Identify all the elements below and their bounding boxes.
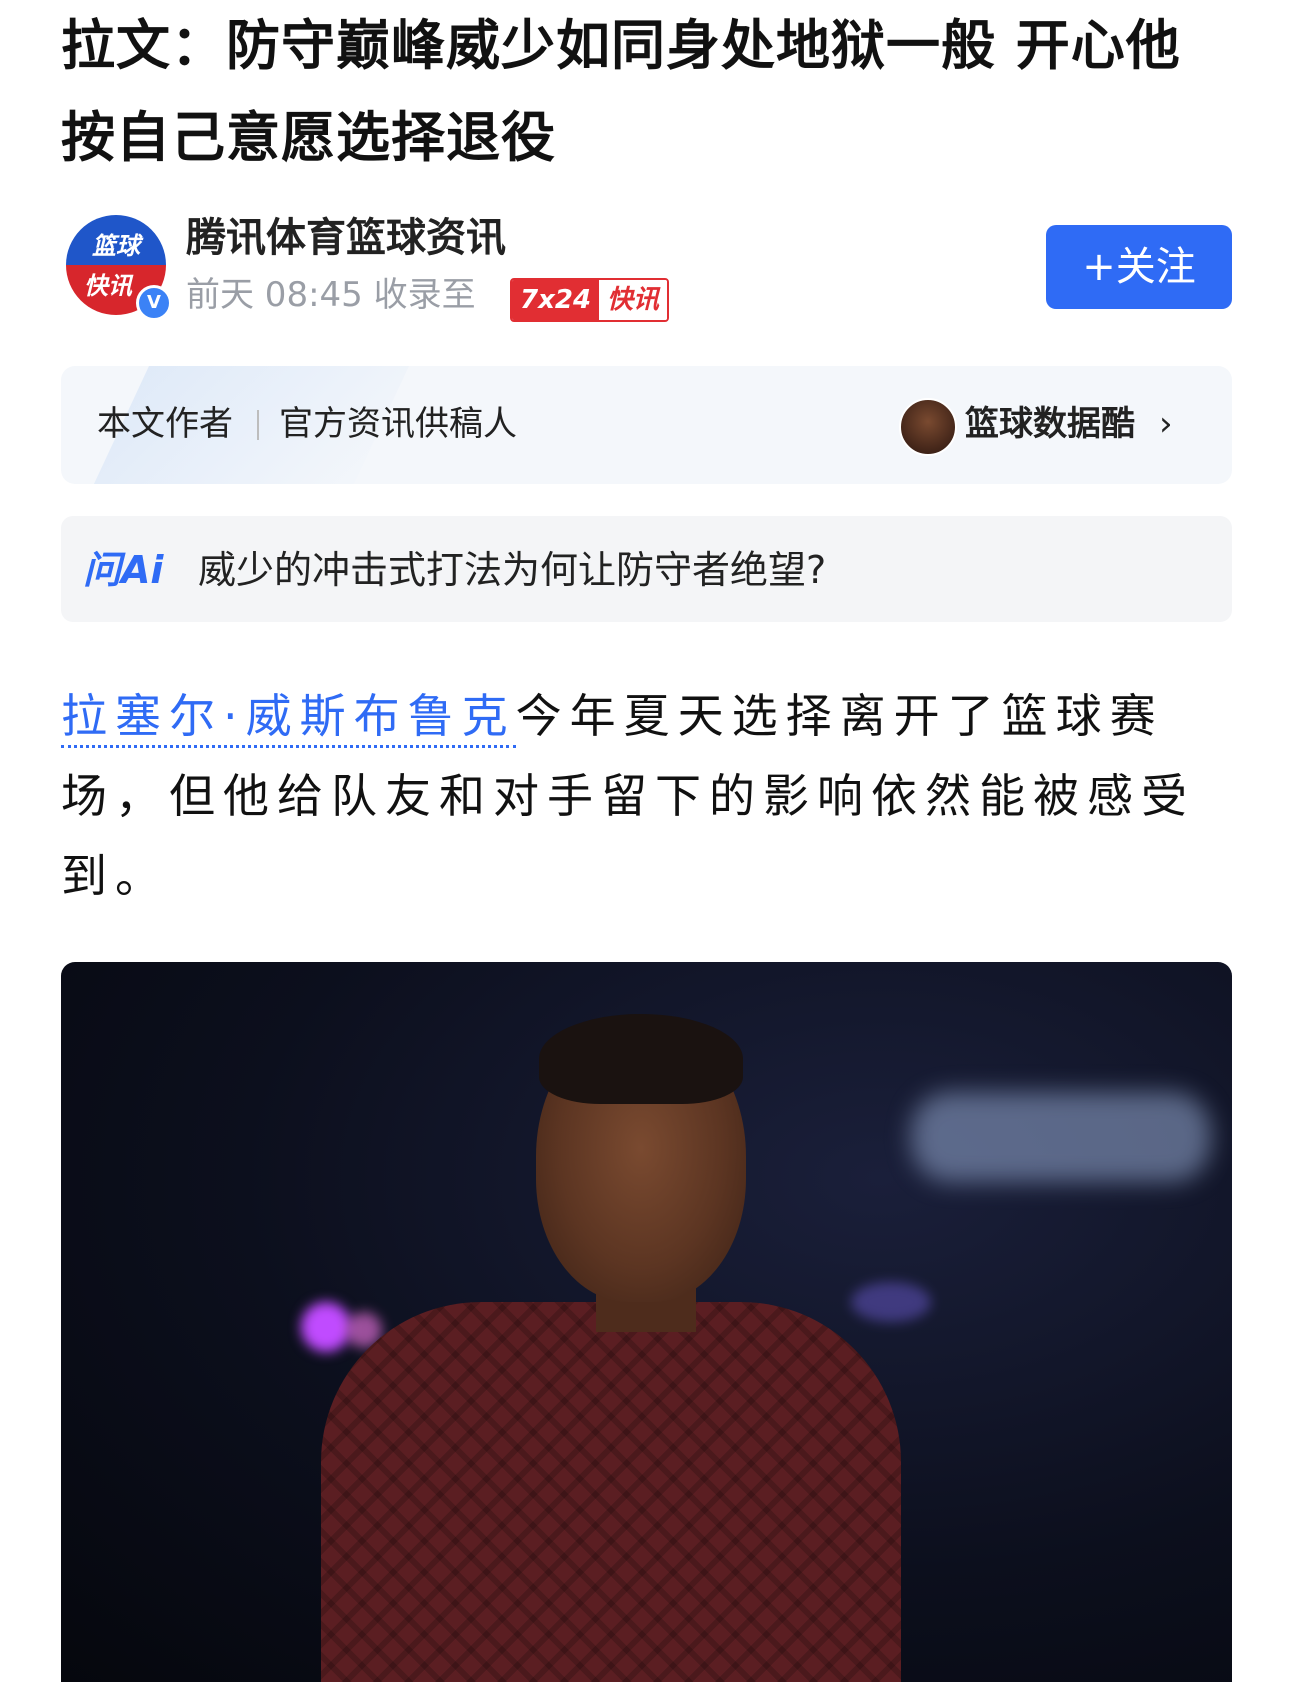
photo-light-purple xyxy=(301,1302,351,1352)
avatar-text-top: 篮球 xyxy=(92,232,140,260)
chevron-right-icon[interactable]: › xyxy=(1159,396,1173,452)
collection-badge[interactable]: 7x24 快讯 xyxy=(510,278,670,322)
photo-hair xyxy=(539,1014,743,1104)
article-photo[interactable] xyxy=(61,962,1232,1682)
photo-light-blue xyxy=(851,1282,931,1322)
author-divider xyxy=(257,410,259,440)
author-label: 本文作者 xyxy=(97,404,233,444)
photo-sweater xyxy=(321,1302,901,1682)
photo-arena-sign xyxy=(911,1092,1211,1182)
ask-ai-question[interactable]: 威少的冲击式打法为何让防守者绝望? xyxy=(198,542,826,598)
source-name[interactable]: 腾讯体育篮球资讯 xyxy=(186,210,506,266)
author-card[interactable]: 本文作者 官方资讯供稿人 篮球数据酷 › xyxy=(61,366,1232,484)
ask-ai-logo: 问Ai xyxy=(83,548,164,592)
player-link[interactable]: 拉塞尔·威斯布鲁克 xyxy=(61,689,516,748)
author-name[interactable]: 篮球数据酷 xyxy=(965,396,1135,452)
verified-check-icon: V xyxy=(136,285,172,321)
badge-kuaixun-label: 快讯 xyxy=(599,280,668,320)
author-role: 官方资讯供稿人 xyxy=(279,404,517,444)
article-page: 拉文：防守巅峰威少如同身处地狱一般 开心他按自己意愿选择退役 篮球 快讯 V 腾… xyxy=(0,0,1290,1682)
article-title: 拉文：防守巅峰威少如同身处地狱一般 开心他按自己意愿选择退役 xyxy=(61,14,1181,169)
ask-ai-bar[interactable]: 问Ai 威少的冲击式打法为何让防守者绝望? xyxy=(61,516,1232,622)
publish-time: 前天 08:45 收录至 xyxy=(186,275,476,315)
author-avatar[interactable] xyxy=(899,398,957,456)
article-paragraph: 拉塞尔·威斯布鲁克今年夏天选择离开了篮球赛场，但他给队友和对手留下的影响依然能被… xyxy=(61,676,1236,916)
follow-button[interactable]: +关注 xyxy=(1046,225,1232,309)
badge-7x24-label: 7x24 xyxy=(512,280,600,320)
